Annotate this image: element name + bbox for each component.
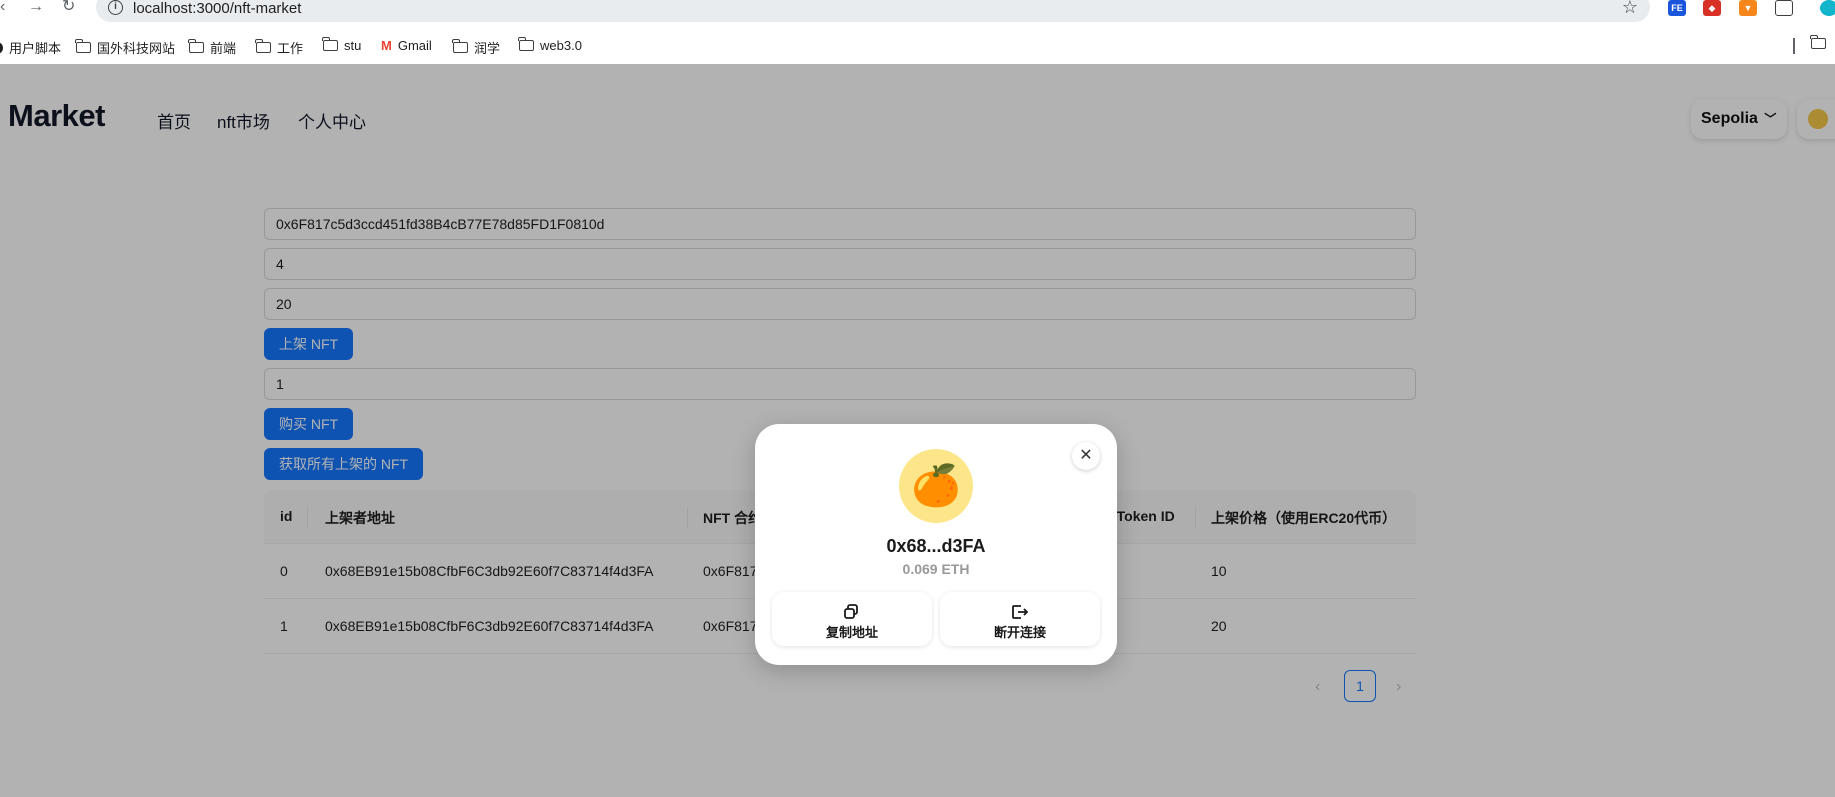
extension-red-icon[interactable]: ◆: [1703, 0, 1721, 16]
bookmark-label: 用户脚本: [9, 41, 62, 56]
back-icon[interactable]: ‹: [0, 0, 5, 16]
bookmark-folder-web3[interactable]: web3.0: [518, 37, 582, 53]
sidebar-icon: [1793, 38, 1795, 54]
bookmark-sidebar-toggle[interactable]: [1793, 38, 1795, 54]
bookmark-folder-other[interactable]: [1810, 35, 1826, 49]
bookmark-userscripts[interactable]: 用户脚本: [0, 38, 61, 57]
folder-icon: [452, 39, 468, 53]
account-address: 0x68...d3FA: [886, 536, 986, 556]
bookmark-folder-work[interactable]: 工作: [255, 38, 304, 57]
bookmark-folder-runxue[interactable]: 润学: [452, 38, 501, 57]
folder-icon: [518, 37, 534, 51]
extensions-puzzle-icon[interactable]: [1775, 0, 1793, 16]
folder-icon: [188, 39, 204, 53]
extension-fe-icon[interactable]: FE: [1668, 0, 1686, 16]
account-avatar-large: 🍊: [899, 449, 973, 523]
bookmark-label: 工作: [277, 41, 304, 56]
bookmark-folder-stu[interactable]: stu: [322, 37, 362, 53]
bookmark-label: Gmail: [397, 38, 432, 53]
browser-toolbar: ‹ → ↻ i localhost:3000/nft-market ☆ FE ◆…: [0, 0, 1835, 24]
disconnect-button[interactable]: 断开连接: [940, 592, 1100, 646]
folder-icon: [255, 39, 271, 53]
bookmark-folder-tech[interactable]: 国外科技网站: [75, 38, 176, 57]
close-icon[interactable]: ✕: [1072, 442, 1100, 470]
copy-address-button[interactable]: 复制地址: [772, 592, 932, 646]
copy-icon: [843, 604, 861, 620]
bookmark-gmail[interactable]: M Gmail: [381, 38, 432, 53]
folder-icon: [322, 37, 338, 51]
disconnect-label: 断开连接: [993, 625, 1046, 640]
folder-icon: [1810, 35, 1826, 49]
bookmark-folder-frontend[interactable]: 前端: [188, 38, 237, 57]
bookmark-label: 前端: [210, 41, 237, 56]
userscript-icon: [0, 41, 3, 54]
bookmark-label: 国外科技网站: [97, 41, 176, 56]
bookmarks-bar: 用户脚本 国外科技网站 前端 工作 stu M Gmail 润学 web3.0: [0, 33, 1835, 63]
metamask-fox-icon[interactable]: ▼: [1739, 0, 1757, 16]
forward-icon[interactable]: →: [28, 0, 44, 16]
bookmark-star-icon[interactable]: ☆: [1622, 0, 1638, 18]
folder-icon: [75, 39, 91, 53]
bookmark-label: stu: [344, 38, 362, 53]
bookmark-label: 润学: [474, 41, 501, 56]
gmail-icon: M: [381, 38, 392, 53]
profile-avatar[interactable]: [1820, 0, 1835, 16]
disconnect-icon: [1011, 604, 1029, 620]
copy-address-label: 复制地址: [825, 625, 878, 640]
address-bar[interactable]: i localhost:3000/nft-market ☆: [96, 0, 1650, 22]
reload-icon[interactable]: ↻: [62, 0, 75, 16]
bookmark-label: web3.0: [540, 38, 582, 53]
account-modal: ✕ 🍊 0x68...d3FA 0.069 ETH 复制地址 断开连接: [755, 424, 1117, 665]
site-info-icon[interactable]: i: [108, 0, 123, 15]
account-balance: 0.069 ETH: [902, 561, 970, 577]
url-text: localhost:3000/nft-market: [133, 0, 302, 17]
